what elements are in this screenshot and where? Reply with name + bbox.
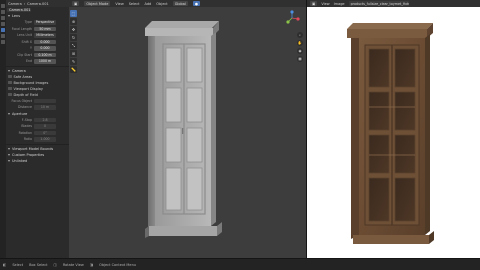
lens-unit-dropdown[interactable]: Millimeters bbox=[34, 33, 56, 38]
3d-viewport[interactable]: ▣ Object Mode View Select Add Object Glo… bbox=[69, 0, 306, 258]
section-label: Viewport Model Bounds bbox=[12, 146, 54, 151]
mode-dropdown[interactable]: Object Mode bbox=[84, 1, 111, 6]
checkbox-label: Depth of Field bbox=[13, 92, 38, 97]
image-editor-header: ▣ View Image products_fullsize_clear_toy… bbox=[307, 0, 480, 7]
scale-icon[interactable]: ⤡ bbox=[70, 42, 77, 49]
field-clip-end: End 1000 m bbox=[6, 58, 69, 65]
editor-type-button[interactable]: ▣ bbox=[72, 1, 80, 6]
field-label: Type bbox=[24, 20, 32, 25]
reference-photo bbox=[347, 23, 434, 244]
expand-triangle-icon bbox=[8, 69, 10, 72]
rotate-icon[interactable]: ↻ bbox=[70, 34, 77, 41]
menu-add[interactable]: Add bbox=[145, 2, 152, 6]
menu-select[interactable]: Select bbox=[129, 2, 140, 6]
section-label: Unlinked bbox=[12, 158, 28, 163]
status-select: Select bbox=[12, 262, 24, 267]
checkbox[interactable] bbox=[8, 86, 12, 91]
status-box-select: Box Select bbox=[29, 262, 48, 267]
menu-object[interactable]: Object bbox=[156, 2, 167, 6]
transform-orientation-dropdown[interactable]: Global bbox=[172, 1, 188, 6]
field-ratio: Ratio 1.000 bbox=[6, 136, 69, 143]
shift-x-input[interactable]: 0.000 bbox=[34, 39, 56, 44]
breadcrumb-separator: › bbox=[23, 1, 26, 6]
rotation-input[interactable]: 0° bbox=[34, 130, 56, 135]
distance-input[interactable]: 10 m bbox=[34, 105, 56, 110]
camera-section-label: Camera bbox=[12, 68, 26, 73]
object-name-field[interactable]: Camera.001 bbox=[7, 8, 31, 12]
checkbox[interactable] bbox=[8, 74, 12, 79]
navigation-gizmo-icon[interactable] bbox=[284, 10, 300, 26]
breadcrumb: Camera › Camera.001 bbox=[6, 0, 69, 7]
field-label: Distance bbox=[18, 105, 32, 110]
status-bar: ◧ Select Box Select ◫ Rotate View ◨ Obje… bbox=[0, 258, 480, 270]
cabinet-model[interactable] bbox=[69, 0, 306, 258]
transform-icon[interactable]: ⊞ bbox=[70, 50, 77, 57]
toolbar: ⬚ ⊕ ✥ ↻ ⤡ ⊞ ✎ 📏 bbox=[70, 10, 77, 73]
image-editor[interactable]: ▣ View Image products_fullsize_clear_toy… bbox=[306, 0, 480, 258]
clip-end-input[interactable]: 1000 m bbox=[34, 59, 56, 64]
shading-solid-button[interactable]: ● bbox=[192, 1, 200, 6]
field-label: End bbox=[25, 59, 32, 64]
focal-length-input[interactable]: 50 mm bbox=[34, 26, 56, 31]
grid-icon[interactable]: ▦ bbox=[297, 56, 303, 62]
shift-y-input[interactable]: 0.000 bbox=[34, 46, 56, 51]
status-mouse-left-icon: ◧ bbox=[3, 262, 7, 267]
divider bbox=[6, 143, 69, 145]
ratio-input[interactable]: 1.000 bbox=[34, 137, 56, 142]
checkbox-label: Safe Areas bbox=[13, 74, 33, 79]
measure-icon[interactable]: 📏 bbox=[70, 66, 77, 73]
status-context-menu: Object Context Menu bbox=[99, 262, 137, 267]
select-box-icon[interactable]: ⬚ bbox=[70, 10, 77, 17]
field-label: Blades bbox=[21, 124, 32, 129]
unlinked-section-header[interactable]: Unlinked bbox=[6, 158, 69, 164]
breadcrumb-item-camera[interactable]: Camera bbox=[8, 2, 22, 6]
status-mouse-right-icon: ◨ bbox=[89, 262, 94, 267]
field-label: Rotation bbox=[18, 130, 32, 135]
camera-icon[interactable]: ◉ bbox=[297, 48, 303, 54]
divider bbox=[6, 65, 69, 67]
image-name-field[interactable]: products_fullsize_clear_toymet_fixture_0… bbox=[348, 1, 409, 6]
breadcrumb-item-camera-data[interactable]: Camera.001 bbox=[27, 2, 49, 6]
expand-triangle-icon bbox=[8, 112, 10, 115]
blades-input[interactable]: 0 bbox=[34, 124, 56, 129]
status-rotate-view: Rotate View bbox=[62, 262, 84, 267]
collapsed-triangle-icon bbox=[8, 159, 10, 162]
checkbox[interactable] bbox=[8, 80, 12, 85]
field-label: F-Stop bbox=[21, 117, 32, 122]
section-label: Custom Properties bbox=[12, 152, 45, 157]
fstop-input[interactable]: 2.8 bbox=[34, 117, 56, 122]
type-dropdown[interactable]: Perspective bbox=[34, 20, 56, 25]
menu-view[interactable]: View bbox=[115, 2, 123, 6]
checkbox-label: Viewport Display bbox=[13, 86, 44, 91]
checkbox-label: Background Images bbox=[13, 80, 49, 85]
status-mouse-middle-icon: ◫ bbox=[53, 262, 57, 267]
properties-editor: Camera › Camera.001 Camera.001 Lens Type… bbox=[0, 0, 69, 258]
field-label: Lens Unit bbox=[17, 33, 32, 38]
expand-triangle-icon bbox=[8, 15, 10, 17]
cursor-icon[interactable]: ⊕ bbox=[70, 18, 77, 25]
field-label: Shift X bbox=[21, 39, 32, 44]
clip-start-input[interactable]: 0.100 m bbox=[34, 52, 56, 57]
aperture-section-label: Aperture bbox=[12, 111, 28, 116]
field-label: Focal Length bbox=[11, 26, 32, 31]
move-icon[interactable]: ✥ bbox=[70, 26, 77, 33]
menu-image[interactable]: Image bbox=[334, 2, 345, 6]
viewport-header: ▣ Object Mode View Select Add Object Glo… bbox=[69, 0, 306, 7]
field-label: Ratio bbox=[23, 137, 32, 142]
collapsed-triangle-icon bbox=[8, 153, 10, 156]
field-label: Clip Start bbox=[17, 52, 32, 57]
menu-view[interactable]: View bbox=[321, 2, 329, 6]
focus-object-picker[interactable] bbox=[34, 98, 56, 103]
checkbox[interactable] bbox=[8, 92, 12, 97]
zoom-icon[interactable]: ⌕ bbox=[297, 32, 303, 38]
properties-panel: Camera › Camera.001 Camera.001 Lens Type… bbox=[6, 0, 69, 258]
collapsed-triangle-icon bbox=[8, 147, 10, 150]
annotate-icon[interactable]: ✎ bbox=[70, 58, 77, 65]
field-label: Focus Object bbox=[11, 98, 33, 103]
viewport-navigation: ⌕ ✋ ◉ ▦ bbox=[297, 32, 303, 62]
lens-section-label: Lens bbox=[12, 14, 21, 18]
hand-icon[interactable]: ✋ bbox=[297, 40, 303, 46]
field-label: Y bbox=[30, 46, 32, 51]
editor-type-button[interactable]: ▣ bbox=[310, 1, 318, 6]
